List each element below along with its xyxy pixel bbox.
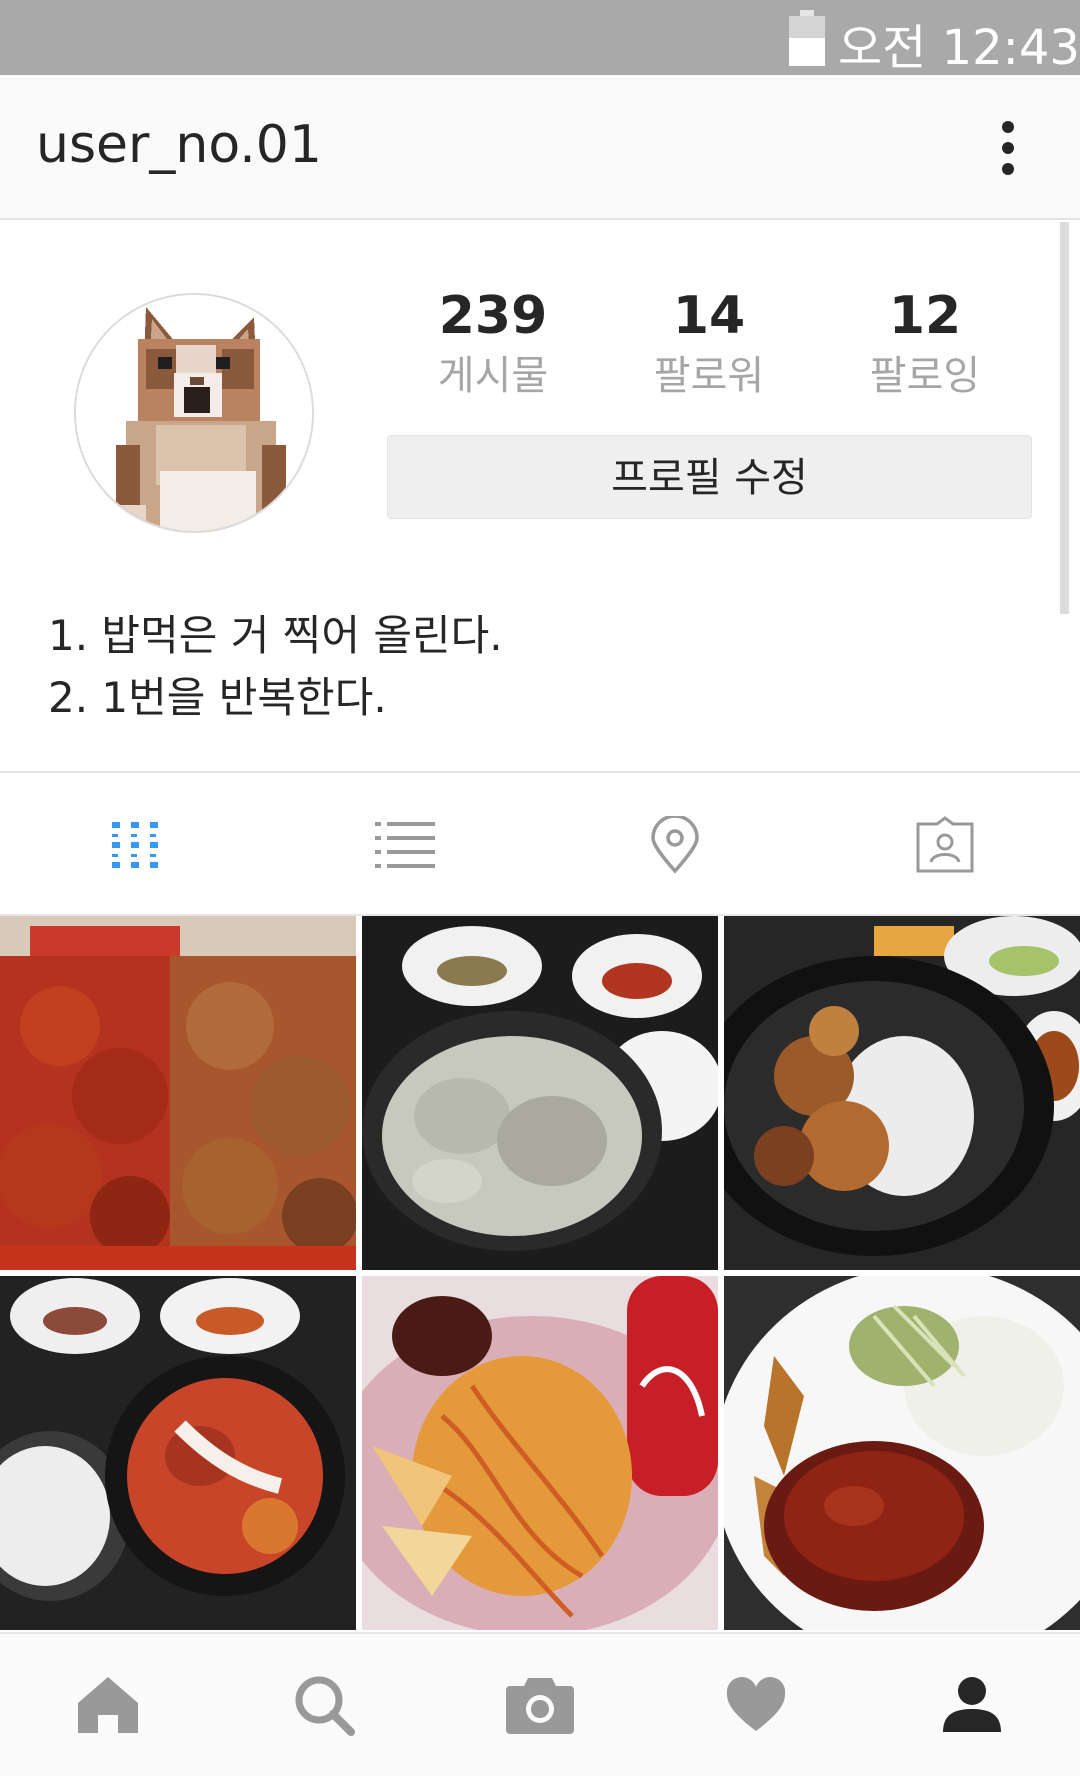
- stat-followers[interactable]: 14 팔로워: [619, 286, 799, 406]
- bio-line: 1. 밥먹은 거 찍어 올린다.: [48, 611, 503, 660]
- cat-avatar-image: [76, 295, 312, 531]
- status-time: 오전 12:43: [838, 20, 1080, 76]
- home-icon: [78, 1677, 138, 1733]
- fried-chicken-photo: [0, 916, 356, 1270]
- profile-username: user_no.01: [36, 115, 322, 175]
- tab-location[interactable]: [540, 773, 810, 916]
- tab-grid[interactable]: [0, 773, 270, 916]
- stat-posts-value: 239: [438, 286, 548, 346]
- post-thumbnail[interactable]: [362, 916, 718, 1270]
- nav-profile[interactable]: [864, 1634, 1080, 1776]
- app-bar: user_no.01: [0, 75, 1080, 220]
- grid-icon: [112, 821, 158, 868]
- nav-camera[interactable]: [432, 1634, 648, 1776]
- stat-followers-label: 팔로워: [653, 353, 765, 399]
- stat-following[interactable]: 12 팔로잉: [835, 286, 1015, 406]
- bio-line: 2. 1번을 반복한다.: [48, 673, 387, 722]
- stew-rice-photo: [0, 1276, 356, 1630]
- stir-fry-rice-photo: [724, 916, 1080, 1270]
- list-icon: [375, 821, 435, 868]
- post-thumbnail[interactable]: [362, 1276, 718, 1630]
- camera-icon: [506, 1678, 574, 1734]
- stat-posts-label: 게시물: [437, 353, 549, 399]
- search-icon: [295, 1676, 355, 1736]
- edit-profile-button[interactable]: 프로필 수정: [387, 435, 1032, 519]
- stat-following-label: 팔로잉: [869, 353, 981, 399]
- profile-avatar[interactable]: [74, 293, 314, 533]
- battery-icon: [789, 10, 825, 66]
- tab-tagged[interactable]: [810, 773, 1080, 916]
- photo-grid: [0, 916, 1080, 1630]
- post-thumbnail[interactable]: [0, 1276, 356, 1630]
- dumpling-soup-photo: [362, 916, 718, 1270]
- profile-icon: [943, 1677, 1001, 1732]
- pork-cutlet-photo: [724, 1276, 1080, 1630]
- profile-bio: 1. 밥먹은 거 찍어 올린다. 2. 1번을 반복한다.: [48, 605, 503, 729]
- bottom-navigation: [0, 1632, 1080, 1776]
- stat-following-value: 12: [888, 286, 962, 346]
- location-pin-icon: [651, 815, 699, 874]
- status-bar: 오전 12:43: [0, 0, 1080, 76]
- more-vertical-icon[interactable]: [985, 117, 1031, 179]
- post-thumbnail[interactable]: [724, 916, 1080, 1270]
- spaghetti-photo: [362, 1276, 718, 1630]
- nav-search[interactable]: [216, 1634, 432, 1776]
- stat-posts[interactable]: 239 게시물: [403, 286, 583, 406]
- tab-list[interactable]: [270, 773, 540, 916]
- post-thumbnail[interactable]: [724, 1276, 1080, 1630]
- tagged-photos-icon: [916, 815, 974, 872]
- profile-tabs: [0, 771, 1080, 916]
- heart-icon: [726, 1677, 786, 1731]
- nav-activity[interactable]: [648, 1634, 864, 1776]
- scrollbar: [1060, 222, 1069, 614]
- stat-followers-value: 14: [672, 286, 746, 346]
- post-thumbnail[interactable]: [0, 916, 356, 1270]
- nav-home[interactable]: [0, 1634, 216, 1776]
